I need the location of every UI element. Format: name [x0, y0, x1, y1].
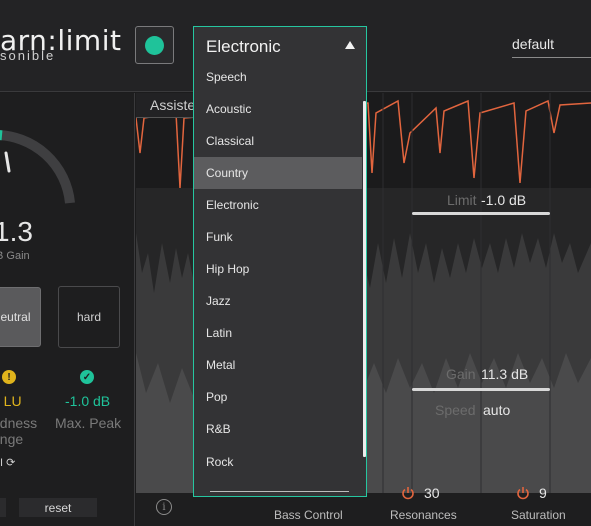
knob-pointer: [4, 151, 11, 173]
resonances-power-icon[interactable]: [401, 486, 415, 500]
saturation-label[interactable]: Saturation: [511, 508, 566, 522]
genre-option[interactable]: Latin: [194, 317, 362, 349]
mode-neutral-button[interactable]: eutral: [0, 287, 41, 347]
left-edge-button[interactable]: [0, 498, 6, 517]
genre-option[interactable]: Funk: [194, 221, 362, 253]
saturation-value: 9: [539, 485, 547, 501]
loudness-range-label: udness ange: [0, 415, 38, 447]
genre-option[interactable]: Acoustic: [194, 93, 362, 125]
output-gain-value: 11.3 dB: [481, 366, 529, 382]
genre-option[interactable]: Jazz: [194, 285, 362, 317]
genre-option-highlighted[interactable]: Country: [194, 157, 362, 189]
genre-option[interactable]: Rock: [194, 446, 362, 478]
resonances-value: 30: [424, 485, 440, 501]
genre-option[interactable]: Hip Hop: [194, 253, 362, 285]
preset-selector[interactable]: default: [512, 36, 591, 58]
triangle-up-icon: [345, 41, 355, 49]
genre-selected-label: Electronic: [206, 37, 281, 56]
bass-control-label[interactable]: Bass Control: [274, 508, 343, 522]
genre-dropdown-header[interactable]: Electronic: [194, 27, 366, 63]
mode-hard-button[interactable]: hard: [58, 286, 120, 348]
bypass-button[interactable]: [135, 26, 174, 64]
genre-option[interactable]: Metal: [194, 349, 362, 381]
reset-button[interactable]: reset: [19, 498, 97, 517]
limit-slider[interactable]: [412, 212, 550, 215]
output-gain-label: Gain: [446, 366, 476, 382]
speed-label: Speed: [435, 402, 476, 418]
power-dot-icon: [145, 36, 164, 55]
genre-option[interactable]: Electronic: [194, 189, 362, 221]
max-peak-value: -1.0 dB: [65, 393, 111, 409]
speed-value[interactable]: auto: [483, 402, 510, 418]
reload-icon[interactable]: I ⟳: [0, 456, 15, 469]
assistant-tab[interactable]: Assiste: [136, 93, 196, 118]
resonances-label[interactable]: Resonances: [390, 508, 457, 522]
genre-option[interactable]: Classical: [194, 125, 362, 157]
warning-icon: !: [2, 370, 16, 384]
saturation-power-icon[interactable]: [516, 486, 530, 500]
dropdown-scrollbar[interactable]: [363, 101, 366, 457]
limit-label: Limit: [447, 192, 477, 208]
gain-knob[interactable]: [0, 93, 135, 293]
genre-option[interactable]: Pop: [194, 381, 362, 413]
check-icon: ✓: [80, 370, 94, 384]
genre-option[interactable]: Speech: [194, 61, 362, 93]
limit-value: -1.0 dB: [481, 192, 527, 208]
loudness-range-value: 0 LU: [0, 393, 22, 409]
knob-track: [0, 130, 75, 204]
gain-label: B Gain: [0, 250, 30, 262]
max-peak-label: Max. Peak: [55, 415, 122, 431]
info-icon[interactable]: i: [156, 499, 172, 515]
gain-value: 1.3: [0, 216, 33, 247]
gain-slider[interactable]: [412, 388, 550, 391]
genre-option[interactable]: R&B: [194, 413, 362, 445]
logo-brand: sonible: [0, 48, 56, 63]
dropdown-divider: [210, 491, 349, 492]
genre-dropdown[interactable]: Electronic Speech Acoustic Classical Cou…: [193, 26, 367, 497]
